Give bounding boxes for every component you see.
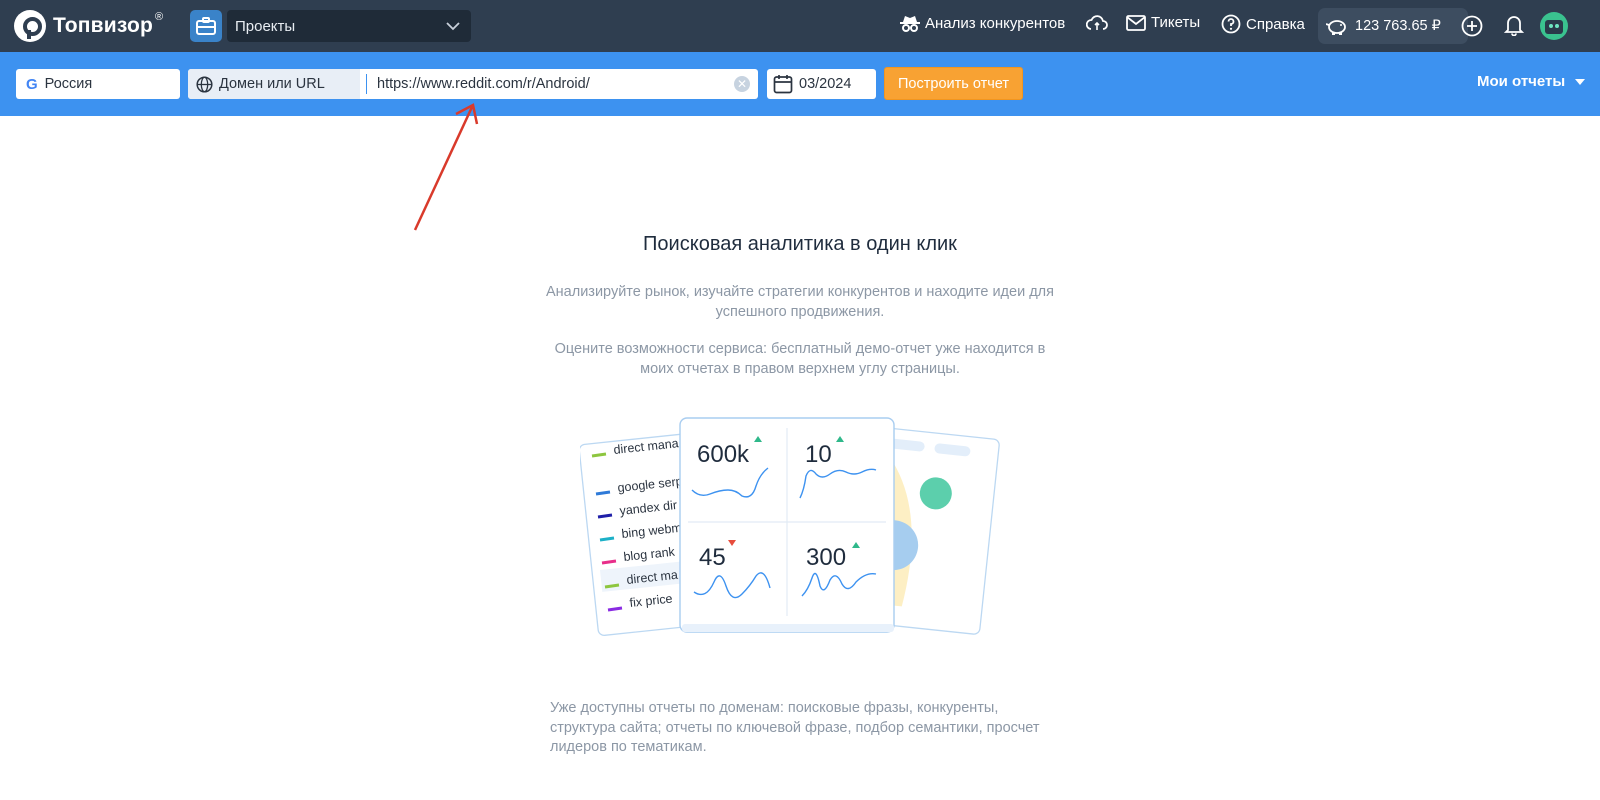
region-value: Россия: [44, 76, 93, 92]
piggy-bank-icon: [1326, 20, 1346, 35]
globe-icon: [196, 75, 213, 93]
metric-value: 600k: [697, 441, 750, 468]
user-avatar[interactable]: [1540, 12, 1568, 40]
help-circle-icon: [1221, 14, 1241, 34]
nav-help-label: Справка: [1246, 15, 1305, 33]
brand-name: Топвизор: [53, 14, 154, 37]
annotation-arrow: [413, 103, 479, 231]
projects-dropdown[interactable]: Проекты: [227, 10, 471, 42]
date-picker[interactable]: 03/2024: [767, 69, 876, 99]
balance-widget[interactable]: 123 763.65 ₽: [1318, 8, 1468, 44]
top-navigation-bar: Топвизор ® Проекты Анализ конкурентов Ти…: [0, 0, 1600, 52]
clear-input-button[interactable]: ✕: [734, 76, 750, 92]
text-cursor: [366, 74, 367, 94]
avatar-eye-left: [1549, 24, 1553, 28]
page-headline: Поисковая аналитика в один клик: [643, 233, 957, 255]
intro-paragraph: Анализируйте рынок, изучайте стратегии к…: [546, 284, 1054, 320]
metric-value: 45: [699, 544, 726, 571]
domain-field-group: Домен или URL https://www.reddit.com/r/A…: [188, 69, 758, 99]
add-funds-button[interactable]: [1461, 15, 1483, 42]
my-reports-label: Мои отчеты: [1477, 73, 1566, 90]
cloud-sync-icon: [1086, 15, 1108, 30]
topvisor-logo-icon: [14, 10, 46, 42]
nav-tickets-label: Тикеты: [1151, 14, 1201, 31]
projects-label: Проекты: [235, 17, 296, 35]
avatar-eye-right: [1555, 24, 1559, 28]
chevron-down-icon: [446, 22, 460, 31]
url-input[interactable]: https://www.reddit.com/r/Android/: [377, 76, 734, 92]
metrics-card: 600k 10 45 300: [679, 417, 895, 633]
calendar-icon: [773, 75, 793, 94]
build-report-button[interactable]: Построить отчет: [884, 67, 1023, 100]
nav-tickets[interactable]: Тикеты: [1126, 14, 1200, 31]
robot-face-icon: [1545, 20, 1563, 34]
nav-help[interactable]: Справка: [1221, 14, 1305, 34]
registered-mark: ®: [155, 11, 164, 23]
analytics-illustration: direct mana google serp yandex dir bing …: [580, 417, 1000, 636]
spy-icon: [900, 16, 920, 32]
plus-circle-icon: [1461, 15, 1483, 37]
report-search-bar: G Россия Домен или URL https://www.reddi…: [0, 52, 1600, 116]
google-icon: G: [26, 75, 38, 93]
bell-icon: [1503, 16, 1525, 37]
my-reports-dropdown[interactable]: Мои отчеты: [1477, 73, 1586, 90]
cloud-sync-button[interactable]: [1086, 14, 1113, 32]
notifications-button[interactable]: [1503, 14, 1525, 41]
brand-logo[interactable]: Топвизор ®: [14, 10, 163, 42]
metric-value: 10: [805, 441, 832, 468]
projects-briefcase-button[interactable]: [190, 10, 222, 42]
nav-competitor-analysis[interactable]: Анализ конкурентов: [900, 14, 1065, 32]
balance-amount: 123 763.65 ₽: [1355, 18, 1441, 34]
available-reports-note: Уже доступны отчеты по доменам: поисковы…: [550, 700, 1040, 755]
demo-report-paragraph: Оцените возможности сервиса: бесплатный …: [554, 341, 1046, 377]
date-value: 03/2024: [799, 76, 852, 92]
nav-competitor-analysis-label: Анализ конкурентов: [925, 14, 1066, 32]
query-type-label: Домен или URL: [219, 76, 325, 92]
mail-icon: [1126, 14, 1146, 31]
metric-value: 300: [806, 544, 846, 571]
query-type-select[interactable]: Домен или URL: [188, 69, 360, 99]
close-icon: ✕: [736, 77, 748, 91]
caret-down-icon: [1575, 78, 1586, 85]
region-select[interactable]: G Россия: [16, 69, 180, 99]
briefcase-icon: [196, 17, 216, 35]
